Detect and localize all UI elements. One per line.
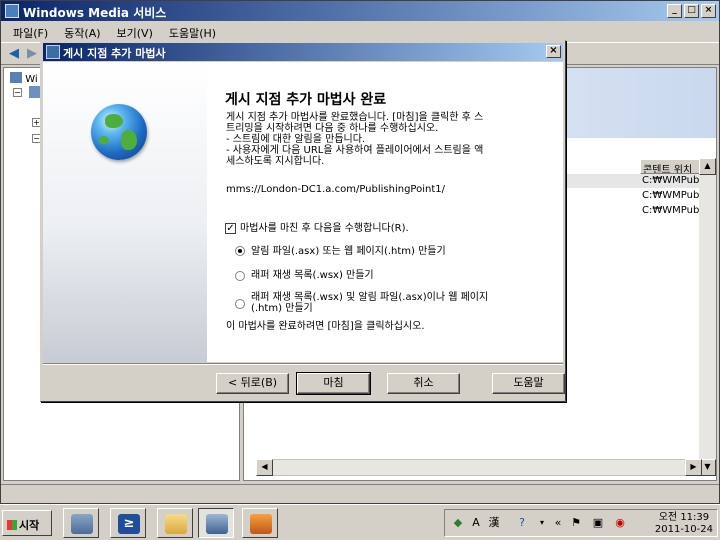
button-separator [43, 363, 563, 365]
wizard-description-line: 세스하도록 지시합니다. [226, 156, 325, 167]
option-wrapper-radio[interactable] [235, 271, 245, 281]
action-center-flag-icon[interactable]: ⚑ [569, 516, 583, 530]
main-titlebar[interactable]: Windows Media 서비스 _ □ × [1, 1, 719, 21]
options-arrow-icon[interactable]: ▾ [535, 516, 549, 530]
after-finish-checkbox-label[interactable]: 마법사를 마친 후 다음을 수행합니다(R). [240, 223, 409, 234]
powershell-icon: ≥ [118, 514, 140, 534]
language-bar-icon[interactable]: ◆ [451, 516, 465, 530]
ime-mode-indicator[interactable]: A [469, 516, 483, 530]
start-button[interactable]: 시작 [2, 510, 52, 536]
option-wrapper-and-announcement-radio[interactable] [235, 299, 245, 309]
menu-file[interactable]: 파일(F) [5, 22, 56, 41]
after-finish-checkbox[interactable]: ✓ [225, 223, 236, 234]
list-cell-location[interactable]: C:₩WMPub [642, 175, 699, 186]
tree-collapse-toggle[interactable]: − [13, 88, 22, 97]
help-button[interactable]: 도움말 [492, 373, 565, 394]
wizard-heading: 게시 지점 추가 마법사 완료 [225, 92, 387, 108]
show-hidden-icons-icon[interactable]: « [551, 516, 565, 530]
globe-icon [91, 104, 147, 160]
forward-arrow-icon[interactable]: ▶ [27, 47, 41, 61]
option-wrapper-and-announcement-label-2[interactable]: (.htm) 만들기 [251, 303, 313, 314]
wizard-description-line: 트리밍을 시작하려면 다음 중 하나를 수행하십시오. [226, 123, 439, 134]
wizard-side-panel [43, 62, 207, 362]
server-manager-icon [71, 514, 93, 534]
server-icon [10, 72, 22, 83]
taskbar: 시작 ≥ ◆ A 漢 ? ▾ « ⚑ ▣ ◉ 오전 11:39 2011-10-… [0, 504, 720, 540]
folder-icon [165, 514, 187, 534]
option-announcement-label[interactable]: 알림 파일(.asx) 또는 웹 페이지(.htm) 만들기 [251, 246, 446, 257]
horizontal-scrollbar[interactable]: ◀ ▶ [256, 459, 702, 476]
publishing-point-url: mms://London-DC1.a.com/PublishingPoint1/ [226, 184, 445, 195]
windows-logo-icon [7, 520, 17, 530]
maximize-button[interactable]: □ [684, 4, 699, 18]
media-player-icon [250, 514, 272, 534]
wizard-icon [46, 45, 60, 59]
menu-action[interactable]: 동작(A) [56, 22, 108, 41]
taskbar-explorer[interactable] [157, 508, 193, 538]
dialog-close-button[interactable]: × [546, 45, 561, 58]
tray-clock[interactable]: 오전 11:39 2011-10-24 [655, 512, 713, 536]
wizard-description-line: 게시 지점 추가 마법사를 완료했습니다. [마침]을 클릭한 후 스 [226, 112, 484, 123]
back-arrow-icon[interactable]: ◀ [9, 47, 23, 61]
menu-view[interactable]: 보기(V) [109, 22, 161, 41]
cancel-button[interactable]: 취소 [387, 373, 460, 394]
add-publishing-point-wizard: 게시 지점 추가 마법사 × 게시 지점 추가 마법사 완료 게시 지점 추가 … [40, 40, 566, 402]
system-tray: ◆ A 漢 ? ▾ « ⚑ ▣ ◉ 오전 11:39 2011-10-24 [444, 509, 718, 537]
dialog-title: 게시 지점 추가 마법사 [63, 47, 166, 60]
taskbar-media-player[interactable] [242, 508, 278, 538]
ime-hanja-indicator[interactable]: 漢 [487, 516, 501, 530]
option-wrapper-and-announcement-label[interactable]: 래퍼 재생 목록(.wsx) 및 알림 파일(.asx)이나 웹 페이지 [251, 292, 488, 303]
media-services-icon [206, 514, 228, 534]
taskbar-powershell[interactable]: ≥ [110, 508, 146, 538]
close-button[interactable]: × [701, 4, 716, 18]
main-title: Windows Media 서비스 [23, 6, 167, 20]
list-cell-location[interactable]: C:₩WMPub [642, 190, 699, 201]
taskbar-server-manager[interactable] [63, 508, 99, 538]
option-wrapper-label[interactable]: 래퍼 재생 목록(.wsx) 만들기 [251, 270, 374, 281]
scroll-right-button[interactable]: ▶ [685, 459, 702, 476]
help-icon[interactable]: ? [515, 516, 529, 530]
menu-bar: 파일(F) 동작(A) 보기(V) 도움말(H) [1, 22, 224, 41]
wizard-description-line: - 사용자에게 다음 URL을 사용하여 플레이어에서 스트림을 액 [226, 145, 484, 156]
list-cell-location[interactable]: C:₩WMPub [642, 205, 699, 216]
option-announcement-radio[interactable] [235, 246, 245, 256]
dialog-titlebar[interactable]: 게시 지점 추가 마법사 × [43, 43, 563, 61]
finish-button[interactable]: 마침 [296, 372, 371, 395]
scroll-up-button[interactable]: ▲ [699, 158, 716, 175]
volume-muted-icon[interactable]: ◉ [613, 516, 627, 530]
tree-root[interactable]: Wi [10, 72, 38, 85]
scroll-left-button[interactable]: ◀ [256, 459, 273, 476]
app-icon [5, 4, 19, 18]
vertical-scrollbar[interactable]: ▲ ▼ [699, 158, 716, 476]
back-button[interactable]: < 뒤로(B) [216, 373, 289, 394]
network-icon[interactable]: ▣ [591, 516, 605, 530]
minimize-button[interactable]: _ [667, 4, 682, 18]
wizard-body: 게시 지점 추가 마법사 완료 게시 지점 추가 마법사를 완료했습니다. [마… [43, 62, 563, 362]
taskbar-media-services[interactable] [198, 508, 234, 538]
clock-date: 2011-10-24 [654, 524, 713, 535]
status-bar [1, 484, 719, 503]
clock-time: 오전 11:39 [658, 512, 710, 523]
finish-instruction: 이 마법사를 완료하려면 [마침]을 클릭하십시오. [226, 321, 425, 332]
wizard-description-line: - 스트림에 대한 알림을 만듭니다. [226, 134, 366, 145]
menu-help[interactable]: 도움말(H) [161, 22, 224, 41]
